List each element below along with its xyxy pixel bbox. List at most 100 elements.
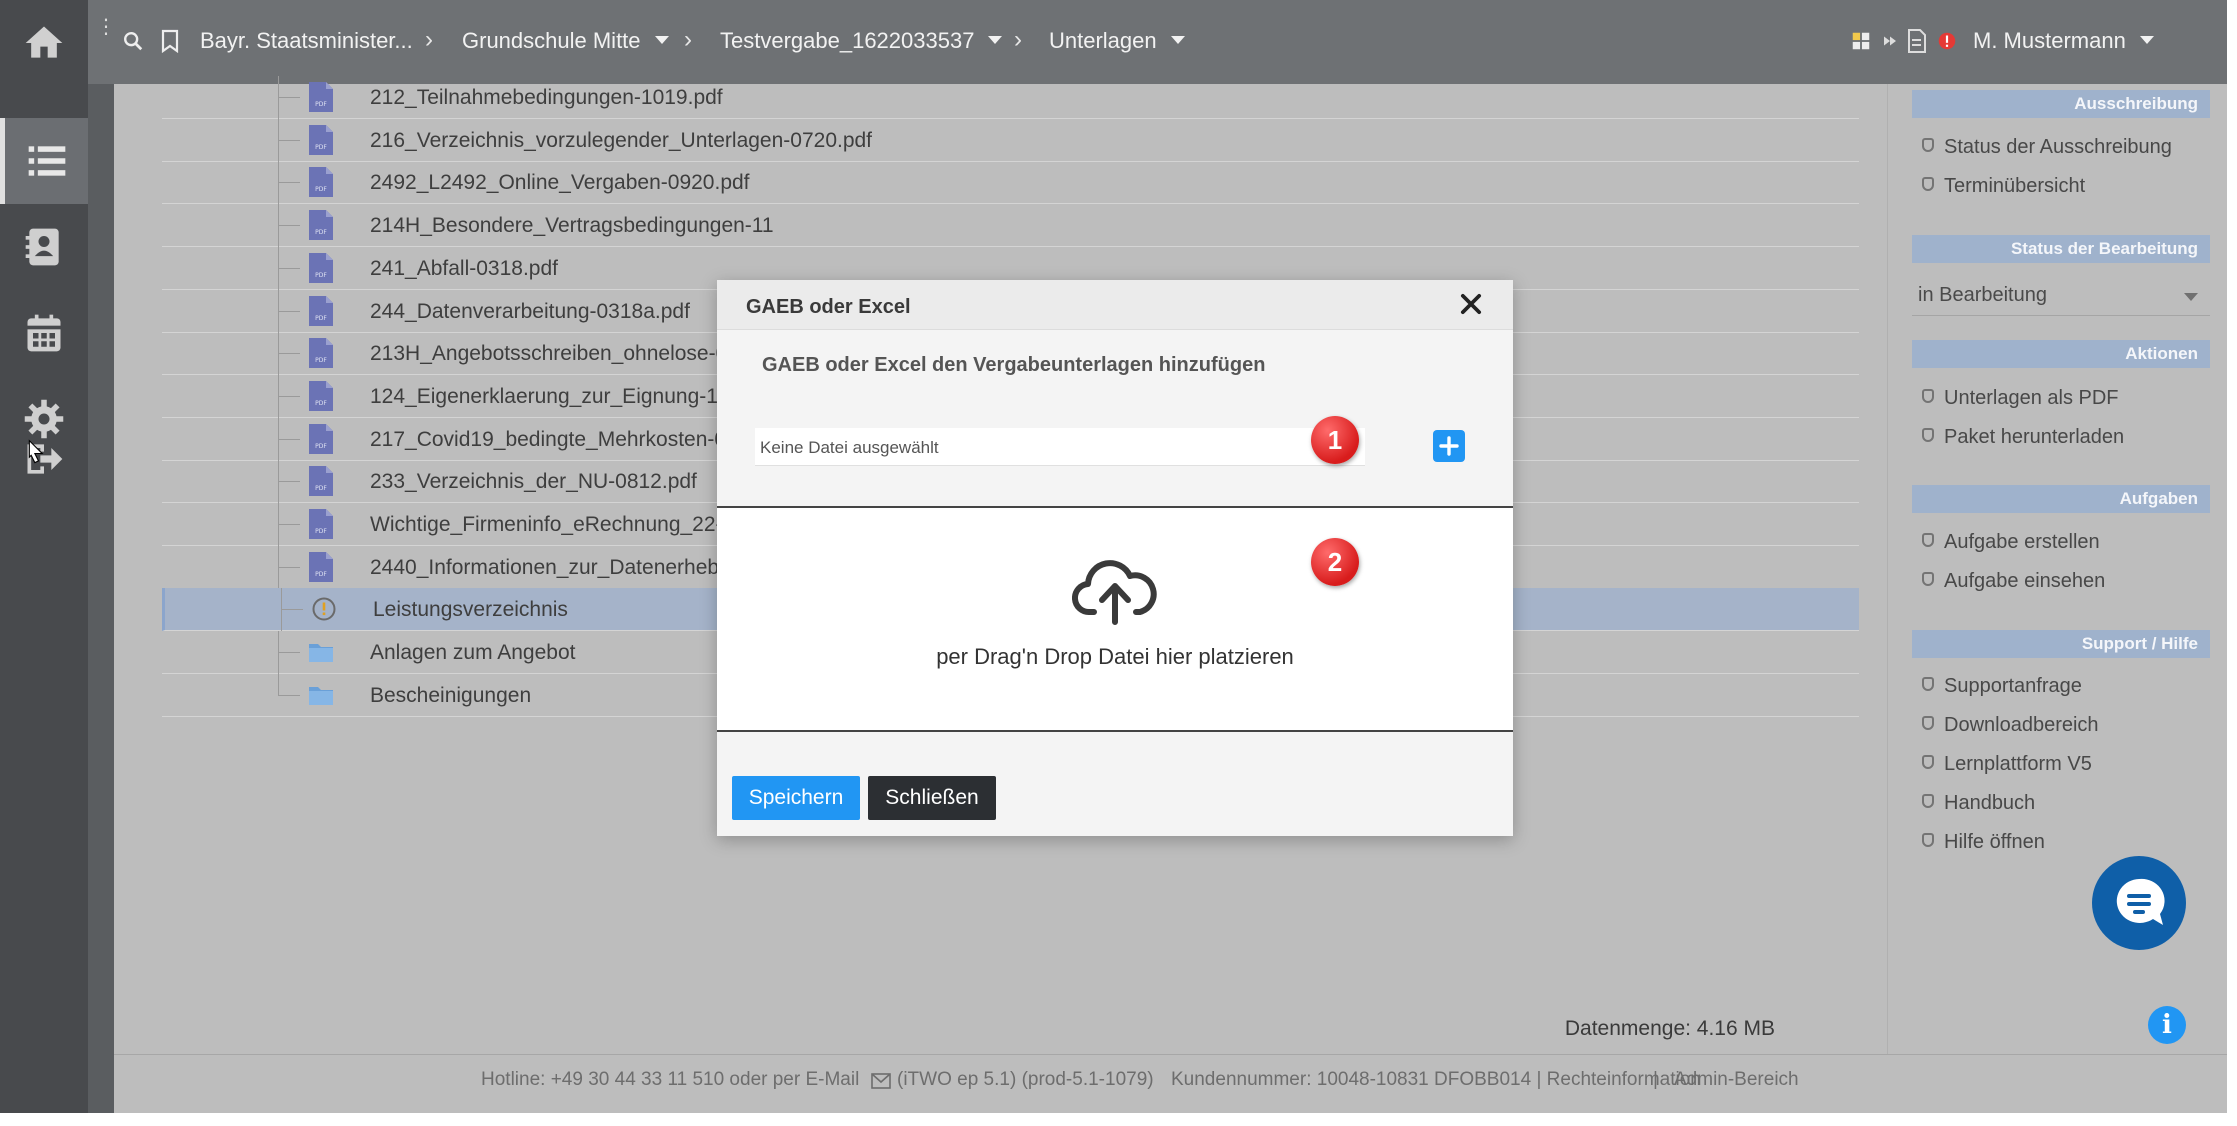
file-name[interactable]: 244_Datenverarbeitung-0318a.pdf	[370, 300, 690, 324]
menu-kebab-icon[interactable]: ⋮	[96, 14, 116, 39]
chat-bubble-icon	[2116, 878, 2165, 925]
status-select[interactable]: in Bearbeitung	[1912, 276, 2210, 316]
pdf-file-icon: PDF	[308, 209, 334, 241]
footer-admin-link[interactable]: Admin-Bereich	[1674, 1069, 1799, 1091]
file-name[interactable]: 214H_Besondere_Vertragsbedingungen-11	[370, 214, 774, 238]
pdf-file-icon: PDF	[308, 337, 334, 369]
sidebar-link-label: Hilfe öffnen	[1944, 831, 2045, 853]
svg-text:PDF: PDF	[315, 186, 327, 193]
sidebar-link-label: Aufgabe einsehen	[1944, 570, 2106, 592]
file-name[interactable]: 233_Verzeichnis_der_NU-0812.pdf	[370, 470, 697, 494]
breadcrumb-ministry[interactable]: Bayr. Staatsminister...	[200, 28, 413, 54]
footer-customer[interactable]: Kundennummer: 10048-10831 DFOBB014 | Rec…	[1171, 1069, 1701, 1091]
bullet-icon	[1922, 572, 1934, 586]
bullet-icon	[1922, 794, 1934, 808]
forward-icon[interactable]	[1881, 32, 1899, 50]
info-button[interactable]: i	[2148, 1006, 2186, 1044]
tree-branch	[278, 139, 300, 141]
document-edit-icon[interactable]	[1906, 28, 1928, 54]
file-name[interactable]: 217_Covid19_bedingte_Mehrkosten-0720.	[370, 428, 767, 452]
sidebar-link-pdf[interactable]: Unterlagen als PDF	[1922, 387, 2119, 410]
svg-text:PDF: PDF	[315, 571, 327, 578]
footer-hotline: Hotline: +49 30 44 33 11 510 oder per E-…	[481, 1069, 860, 1090]
table-row[interactable]: PDF 214H_Besondere_Vertragsbedingungen-11	[162, 204, 1859, 248]
bullet-icon	[1922, 755, 1934, 769]
sidebar-link-label: Unterlagen als PDF	[1944, 387, 2119, 409]
bullet-icon	[1922, 716, 1934, 730]
file-name[interactable]: Bescheinigungen	[370, 684, 531, 708]
widgets-icon[interactable]	[1850, 30, 1872, 52]
sidebar-link-lernplattform[interactable]: Lernplattform V5	[1922, 753, 2092, 776]
tree-branch	[278, 353, 300, 355]
tree-branch	[278, 481, 300, 483]
file-name[interactable]: 216_Verzeichnis_vorzulegender_Unterlagen…	[370, 129, 872, 153]
user-menu[interactable]: M. Mustermann	[1973, 28, 2154, 54]
chat-button[interactable]	[2092, 856, 2186, 950]
sidebar-link-label: Paket herunterladen	[1944, 426, 2125, 448]
svg-text:PDF: PDF	[315, 229, 327, 236]
file-input-placeholder: Keine Datei ausgewählt	[760, 438, 939, 457]
sidebar-link-supportanfrage[interactable]: Supportanfrage	[1922, 675, 2082, 698]
bullet-icon	[1922, 428, 1934, 442]
bullet-icon	[1922, 138, 1934, 152]
sidebar-link-aufgabe-erstellen[interactable]: Aufgabe erstellen	[1922, 531, 2100, 554]
table-row[interactable]: PDF 216_Verzeichnis_vorzulegender_Unterla…	[162, 118, 1859, 162]
sidebar-heading-status: Status der Bearbeitung	[1912, 235, 2210, 263]
file-name[interactable]: Leistungsverzeichnis	[373, 598, 568, 622]
save-button[interactable]: Speichern	[732, 776, 860, 820]
home-icon	[25, 26, 63, 58]
pdf-file-icon: PDF	[308, 124, 334, 156]
close-icon[interactable]	[1457, 290, 1485, 318]
file-name[interactable]: Wichtige_Firmeninfo_eRechnung_22-10-20	[370, 513, 776, 537]
alert-icon[interactable]	[1936, 30, 1958, 52]
list-view-button[interactable]	[0, 118, 88, 204]
file-name[interactable]: 2440_Informationen_zur_Datenerhebung-0	[370, 556, 773, 580]
drop-zone-label: per Drag'n Drop Datei hier platzieren	[936, 644, 1294, 669]
sidebar-link-termine[interactable]: Terminübersicht	[1922, 175, 2085, 198]
bookmark-icon[interactable]	[160, 29, 180, 53]
calendar-button[interactable]	[0, 290, 88, 376]
bullet-icon	[1922, 533, 1934, 547]
data-size-label: Datenmenge: 4.16 MB	[1564, 1017, 1775, 1040]
file-name[interactable]: 213H_Angebotsschreiben_ohnelose-0720.	[370, 342, 768, 366]
file-name[interactable]: 212_Teilnahmebedingungen-1019.pdf	[370, 86, 723, 110]
sidebar-link-paket[interactable]: Paket herunterladen	[1922, 426, 2124, 449]
mail-icon[interactable]	[871, 1073, 891, 1089]
tree-branch	[278, 524, 300, 525]
tree-branch	[278, 97, 300, 98]
file-name[interactable]: 2492_L2492_Online_Vergaben-0920.pdf	[370, 171, 750, 195]
breadcrumb-procurement[interactable]: Testvergabe_1622033537	[720, 28, 1003, 54]
file-name[interactable]: 241_Abfall-0318.pdf	[370, 257, 558, 281]
sidebar-link-downloadbereich[interactable]: Downloadbereich	[1922, 714, 2099, 737]
breadcrumb-school[interactable]: Grundschule Mitte	[462, 28, 669, 54]
close-button[interactable]: Schließen	[868, 776, 996, 820]
left-nav-rail	[0, 0, 114, 1113]
sidebar-link-handbuch[interactable]: Handbuch	[1922, 792, 2035, 815]
sidebar-link-status-ausschreibung[interactable]: Status der Ausschreibung	[1922, 136, 2172, 159]
calendar-icon	[27, 314, 61, 352]
home-button[interactable]	[0, 0, 88, 86]
svg-text:PDF: PDF	[315, 315, 327, 322]
logout-button[interactable]	[0, 416, 88, 502]
drop-zone[interactable]: 2 per Drag'n Drop Datei hier platzieren	[717, 506, 1513, 732]
file-name[interactable]: 124_Eigenerklaerung_zur_Eignung-1019a.	[370, 385, 770, 409]
tree-branch	[278, 566, 300, 568]
logout-icon	[27, 439, 63, 474]
chevron-down-icon	[654, 36, 669, 45]
file-input[interactable]: Keine Datei ausgewählt	[755, 428, 1365, 466]
file-name[interactable]: Anlagen zum Angebot	[370, 641, 576, 665]
sidebar-link-aufgabe-einsehen[interactable]: Aufgabe einsehen	[1922, 570, 2105, 593]
contacts-button[interactable]	[0, 204, 88, 290]
sidebar-link-hilfe[interactable]: Hilfe öffnen	[1922, 831, 2045, 854]
breadcrumb-separator: ›	[1014, 26, 1022, 53]
sidebar-link-label: Handbuch	[1944, 792, 2036, 814]
pdf-file-icon: PDF	[308, 252, 334, 284]
add-file-button[interactable]	[1433, 430, 1465, 462]
breadcrumb-separator: ›	[684, 26, 692, 53]
search-icon[interactable]	[122, 30, 144, 52]
table-row[interactable]: PDF 212_Teilnahmebedingungen-1019.pdf	[162, 76, 1859, 119]
bullet-icon	[1922, 389, 1934, 403]
rail-divider	[88, 0, 114, 1113]
breadcrumb-documents[interactable]: Unterlagen	[1049, 28, 1185, 54]
table-row[interactable]: PDF 2492_L2492_Online_Vergaben-0920.pdf	[162, 161, 1859, 205]
